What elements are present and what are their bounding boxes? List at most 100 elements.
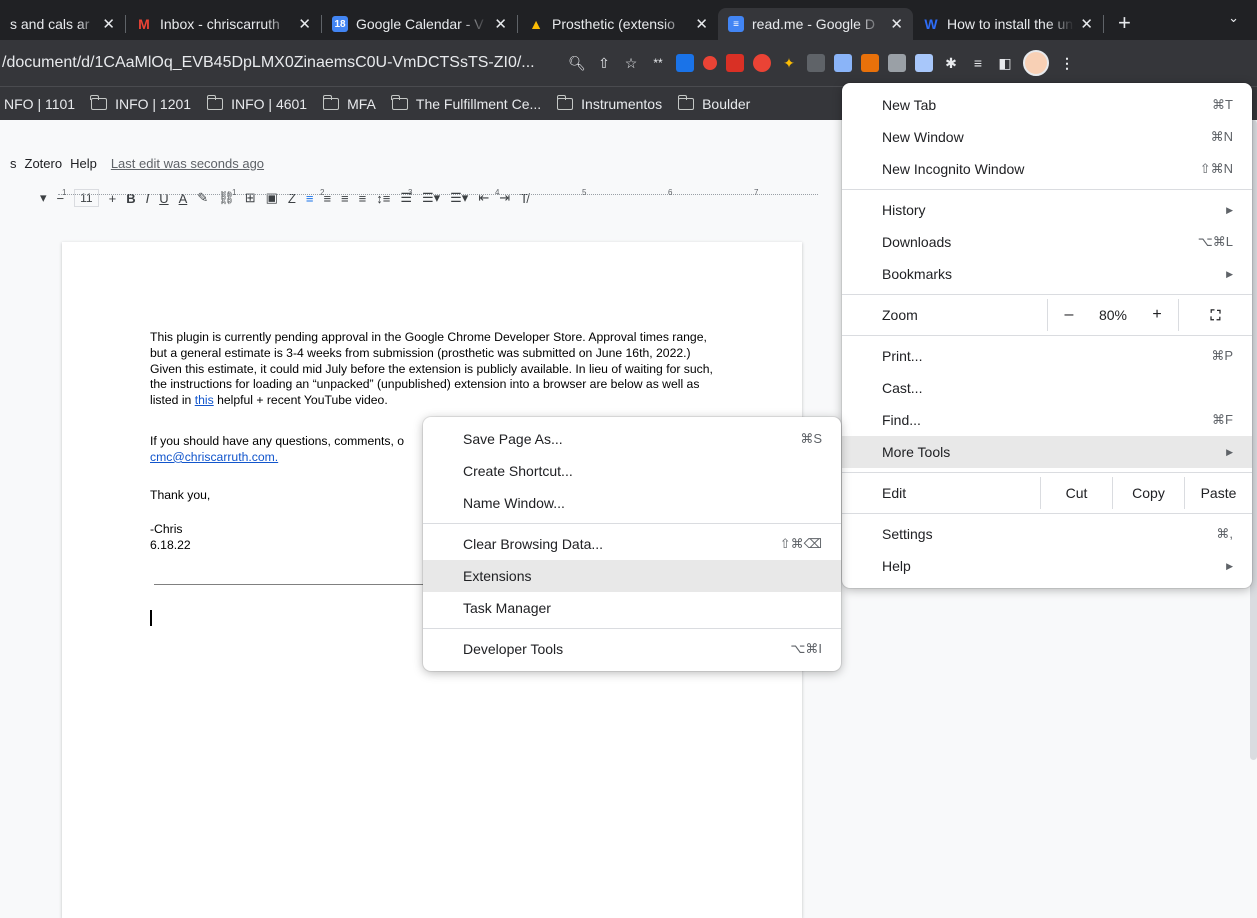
copy-button[interactable]: Copy <box>1112 477 1184 509</box>
zoom-label: Zoom <box>882 307 918 323</box>
menu-label: New Window <box>882 129 964 145</box>
bookmark-folder[interactable]: INFO | 1201 <box>90 94 191 112</box>
menu-item-help[interactable]: Help ▶ <box>842 550 1252 582</box>
bookmark-item[interactable]: NFO | 1101 <box>4 96 75 112</box>
menu-item[interactable]: s <box>10 156 17 176</box>
horizontal-rule <box>154 584 444 585</box>
menu-divider <box>423 523 841 524</box>
browser-toolbar: /document/d/1CAaMlOq_EVB45DpLMX0ZinaemsC… <box>0 40 1257 86</box>
share-icon[interactable]: ⇧ <box>595 54 613 72</box>
address-bar[interactable]: /document/d/1CAaMlOq_EVB45DpLMX0ZinaemsC… <box>0 54 560 72</box>
menu-item-settings[interactable]: Settings ⌘, <box>842 518 1252 550</box>
bookmark-folder[interactable]: The Fulfillment Ce... <box>391 94 541 112</box>
record-icon[interactable] <box>703 56 717 70</box>
menu-item-name-window[interactable]: Name Window... <box>423 487 841 519</box>
extension-icon[interactable] <box>676 54 694 72</box>
ruler-line <box>58 194 818 195</box>
tab-1[interactable]: s and cals ar ✕ <box>0 8 125 40</box>
menu-divider <box>423 628 841 629</box>
webflow-icon: W <box>924 16 938 32</box>
tab-install[interactable]: W How to install the un ✕ <box>913 8 1103 40</box>
hypothesis-icon[interactable] <box>807 54 825 72</box>
menu-label: Settings <box>882 526 933 542</box>
tab-docs-active[interactable]: ≡ read.me - Google D ✕ <box>718 8 913 40</box>
zoom-out-button[interactable]: – <box>1048 306 1090 324</box>
adblock-icon[interactable] <box>753 54 771 72</box>
menu-item-find[interactable]: Find... ⌘F <box>842 404 1252 436</box>
kebab-menu-icon[interactable]: ⋮ <box>1058 54 1076 72</box>
folder-icon <box>206 94 224 110</box>
tab-gmail[interactable]: M Inbox - chriscarruth ✕ <box>126 8 321 40</box>
puzzle-icon[interactable]: ✱ <box>942 54 960 72</box>
menu-item-cast[interactable]: Cast... <box>842 372 1252 404</box>
bookmark-label: Instrumentos <box>581 95 663 112</box>
menu-item-task-manager[interactable]: Task Manager <box>423 592 841 624</box>
document-icon[interactable] <box>834 54 852 72</box>
menu-item-save-page[interactable]: Save Page As... ⌘S <box>423 423 841 455</box>
youtube-link[interactable]: this <box>195 393 214 407</box>
tab-title: How to install the un <box>947 16 1074 32</box>
zoom-level: 80% <box>1098 307 1128 323</box>
bookmark-folder[interactable]: INFO | 4601 <box>206 94 307 112</box>
close-icon[interactable]: ✕ <box>298 15 311 33</box>
close-icon[interactable]: ✕ <box>102 15 115 33</box>
close-icon[interactable]: ✕ <box>890 15 903 33</box>
pocket-icon[interactable] <box>861 54 879 72</box>
avatar[interactable] <box>1023 50 1049 76</box>
menu-item-downloads[interactable]: Downloads ⌥⌘L <box>842 226 1252 258</box>
menu-label: Extensions <box>463 568 532 584</box>
star-icon[interactable]: ☆ <box>622 54 640 72</box>
toolbar-icons: 🔍︎ ⇧ ☆ ** ✦ ✱ ≡ ◧ ⋮ <box>568 50 1076 76</box>
menu-item-print[interactable]: Print... ⌘P <box>842 340 1252 372</box>
color-picker-icon[interactable]: ✦ <box>780 54 798 72</box>
new-tab-icon[interactable]: + <box>1118 10 1131 36</box>
bookmark-folder[interactable]: Instrumentos <box>556 94 663 112</box>
fullscreen-icon[interactable]: ⛶ <box>1178 299 1252 331</box>
zoom-icon[interactable]: 🔍︎ <box>568 54 586 72</box>
password-icon[interactable]: ** <box>649 54 667 72</box>
ruler[interactable]: 1 1 2 3 4 5 6 7 <box>58 188 818 198</box>
image-icon[interactable] <box>915 54 933 72</box>
menu-item-more-tools[interactable]: More Tools ▶ <box>842 436 1252 468</box>
bookmark-folder[interactable]: Boulder <box>677 94 751 112</box>
bookmark-folder[interactable]: MFA <box>322 94 376 112</box>
menu-item-help[interactable]: Help <box>70 156 97 176</box>
side-panel-icon[interactable]: ◧ <box>996 54 1014 72</box>
menu-divider <box>842 335 1252 336</box>
menu-item-bookmarks[interactable]: Bookmarks ▶ <box>842 258 1252 290</box>
paste-button[interactable]: Paste <box>1184 477 1252 509</box>
menu-item-extensions[interactable]: Extensions <box>423 560 841 592</box>
menu-divider <box>842 513 1252 514</box>
bookmark-label: Boulder <box>702 95 751 112</box>
last-edit-link[interactable]: Last edit was seconds ago <box>111 156 264 176</box>
menu-item-new-incognito[interactable]: New Incognito Window ⇧⌘N <box>842 153 1252 185</box>
media-icon[interactable]: ≡ <box>969 54 987 72</box>
zoom-in-button[interactable]: + <box>1136 306 1178 324</box>
cut-button[interactable]: Cut <box>1040 477 1112 509</box>
tab-drive[interactable]: ▲ Prosthetic (extensio ✕ <box>518 8 718 40</box>
menu-item-new-window[interactable]: New Window ⌘N <box>842 121 1252 153</box>
menu-item-developer-tools[interactable]: Developer Tools ⌥⌘I <box>423 633 841 665</box>
menu-item-history[interactable]: History ▶ <box>842 194 1252 226</box>
close-icon[interactable]: ✕ <box>695 15 708 33</box>
menu-item-create-shortcut[interactable]: Create Shortcut... <box>423 455 841 487</box>
chevron-down-icon[interactable]: ⌄ <box>1228 10 1239 26</box>
menu-label: Developer Tools <box>463 641 564 657</box>
bookmark-label: MFA <box>347 95 376 112</box>
new-extension-icon[interactable] <box>726 54 744 72</box>
tab-calendar[interactable]: 18 Google Calendar - V ✕ <box>322 8 517 40</box>
close-icon[interactable]: ✕ <box>1080 15 1093 33</box>
chevron-down-icon[interactable]: ▾ <box>40 190 47 206</box>
drive-icon: ▲ <box>529 16 543 32</box>
tab-title: s and cals ar <box>10 16 90 32</box>
close-icon[interactable]: ✕ <box>494 15 507 33</box>
zoom-controls: – 80% + <box>1047 299 1178 331</box>
folder-icon <box>90 94 108 110</box>
shortcut: ⌘S <box>800 431 822 446</box>
menu-label: New Incognito Window <box>882 161 1025 177</box>
menu-item-new-tab[interactable]: New Tab ⌘T <box>842 89 1252 121</box>
menu-item-clear-browsing[interactable]: Clear Browsing Data... ⇧⌘⌫ <box>423 528 841 560</box>
clipboard-icon[interactable] <box>888 54 906 72</box>
menu-item-zotero[interactable]: Zotero <box>25 156 63 176</box>
chrome-main-menu: New Tab ⌘T New Window ⌘N New Incognito Win… <box>842 83 1252 588</box>
